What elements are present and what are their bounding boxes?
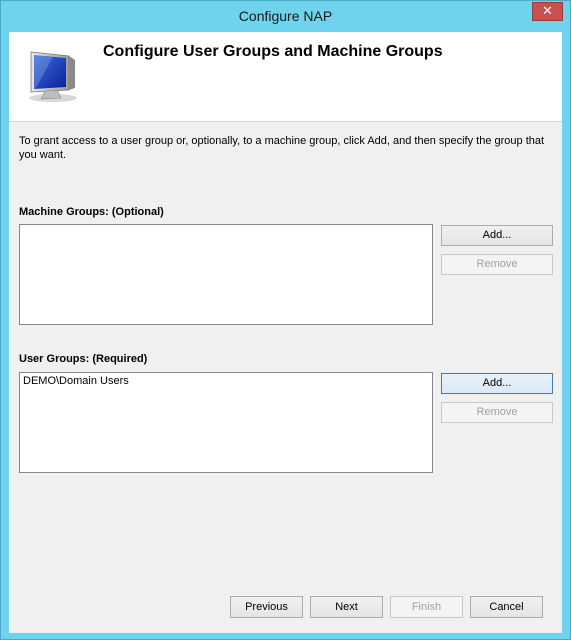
user-groups-label: User Groups: (Required) (19, 353, 148, 365)
machine-groups-remove-label: Remove (476, 258, 518, 270)
machine-groups-add-button[interactable]: Add... (441, 225, 553, 246)
list-item[interactable]: DEMO\Domain Users (20, 373, 432, 389)
user-groups-add-button[interactable]: Add... (441, 373, 553, 394)
user-groups-remove-button[interactable]: Remove (441, 402, 553, 423)
dialog-client-area: Configure User Groups and Machine Groups… (9, 32, 562, 633)
wizard-header: Configure User Groups and Machine Groups (9, 32, 562, 122)
user-groups-add-label: Add... (482, 377, 512, 389)
configure-nap-window: Configure NAP ✕ Configure User Groups an… (0, 0, 571, 640)
next-button[interactable]: Next (310, 596, 383, 618)
machine-groups-remove-button[interactable]: Remove (441, 254, 553, 275)
title-bar[interactable]: Configure NAP ✕ (1, 1, 570, 32)
window-title: Configure NAP (238, 8, 333, 24)
finish-label: Finish (411, 601, 442, 613)
page-title: Configure User Groups and Machine Groups (103, 43, 443, 60)
previous-button[interactable]: Previous (230, 596, 303, 618)
user-groups-list[interactable]: DEMO\Domain Users (19, 372, 433, 473)
machine-groups-list[interactable] (19, 224, 433, 325)
close-button[interactable]: ✕ (532, 2, 563, 21)
cancel-button[interactable]: Cancel (470, 596, 543, 618)
user-groups-remove-label: Remove (476, 406, 518, 418)
instructions-text: To grant access to a user group or, opti… (19, 135, 545, 161)
cancel-label: Cancel (489, 601, 524, 613)
machine-groups-add-label: Add... (482, 229, 512, 241)
previous-label: Previous (245, 601, 288, 613)
next-label: Next (335, 601, 358, 613)
machine-groups-label: Machine Groups: (Optional) (19, 206, 164, 218)
finish-button[interactable]: Finish (390, 596, 463, 618)
computer-monitor-icon (29, 51, 77, 102)
